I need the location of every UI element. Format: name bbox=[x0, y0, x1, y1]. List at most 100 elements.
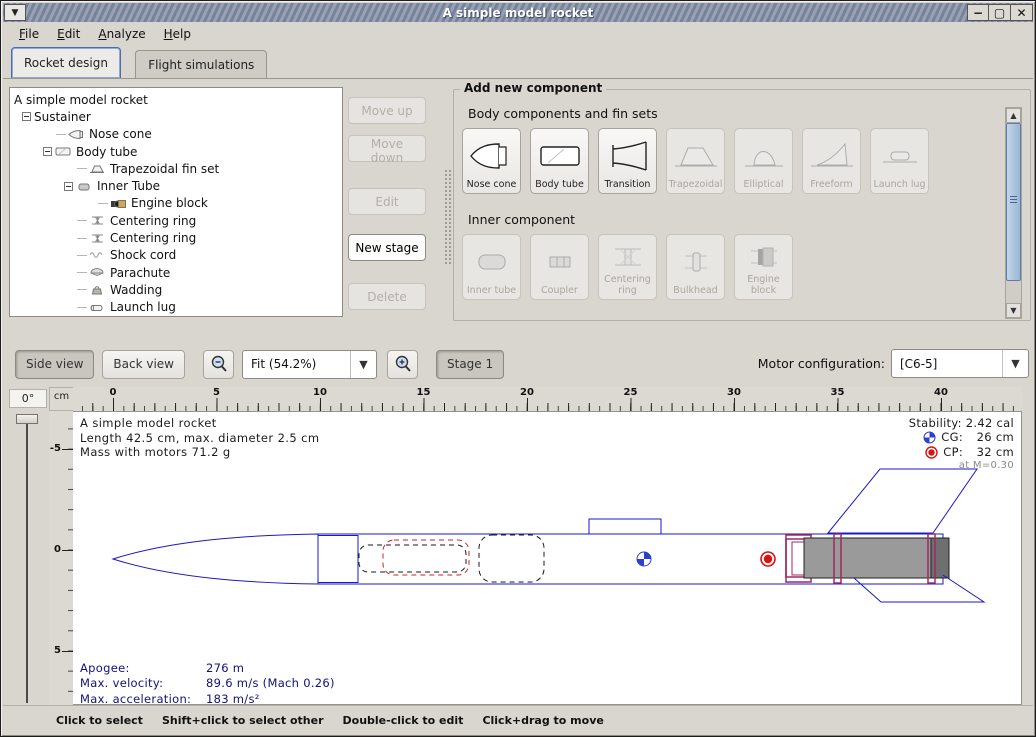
tree-item-launch-lug[interactable]: Launch lug bbox=[10, 299, 342, 316]
move-up-button[interactable]: Move up bbox=[348, 97, 426, 124]
tree-item-nose-cone[interactable]: Nose cone bbox=[10, 126, 342, 143]
hruler-label: 30 bbox=[727, 387, 741, 398]
tree-guide-line bbox=[77, 238, 87, 239]
tab-rocket-design[interactable]: Rocket design bbox=[11, 47, 121, 78]
tab-row: Rocket design Flight simulations bbox=[3, 45, 1033, 79]
launch-lug-icon bbox=[872, 132, 927, 180]
zoom-level-combo[interactable]: Fit (54.2%) ▼ bbox=[242, 350, 377, 379]
title-bar: ▼ A simple model rocket − ▢ ✕ bbox=[3, 3, 1033, 22]
component-button-engine-block[interactable]: Engine block bbox=[734, 234, 793, 300]
tree-item-label: A simple model rocket bbox=[14, 93, 148, 107]
vertical-ruler: -505 bbox=[49, 411, 74, 705]
tree-item-label: Parachute bbox=[110, 266, 170, 280]
component-button-body-tube[interactable]: Body tube bbox=[530, 128, 589, 194]
chevron-down-icon: ▼ bbox=[1002, 350, 1028, 377]
close-button[interactable]: ✕ bbox=[1011, 4, 1033, 21]
component-button-elliptical[interactable]: Elliptical bbox=[734, 128, 793, 194]
component-button-coupler[interactable]: Coupler bbox=[530, 234, 589, 300]
hruler-label: 10 bbox=[313, 387, 327, 398]
component-tree[interactable]: A simple model rocket Sustainer Nose cone B… bbox=[9, 87, 343, 317]
edit-button[interactable]: Edit bbox=[348, 188, 426, 215]
tree-item-parachute[interactable]: Parachute bbox=[10, 264, 342, 281]
zoom-out-button[interactable] bbox=[203, 350, 234, 379]
fin-upper-shape[interactable] bbox=[828, 469, 977, 533]
tree-item-centering-ring[interactable]: Centering ring bbox=[10, 212, 342, 229]
component-button-bulkhead[interactable]: Bulkhead bbox=[666, 234, 725, 300]
tree-guide-line bbox=[98, 203, 108, 204]
add-component-panel: Add new component Body components and fi… bbox=[453, 89, 1031, 321]
component-button-launch-lug[interactable]: Launch lug bbox=[870, 128, 929, 194]
tree-item-centering-ring[interactable]: Centering ring bbox=[10, 229, 342, 246]
component-panel-scrollbar[interactable]: ▲ ▼ bbox=[1005, 107, 1022, 319]
tree-item-body-tube[interactable]: Body tube bbox=[10, 143, 342, 160]
engine-block-icon bbox=[110, 197, 127, 210]
menu-analyze[interactable]: Analyze bbox=[90, 24, 153, 44]
window-title: A simple model rocket bbox=[3, 6, 1033, 20]
window-menu-button[interactable]: ▼ bbox=[4, 4, 26, 21]
status-bar: Click to selectShift+click to select oth… bbox=[3, 705, 1033, 734]
component-button-transition[interactable]: Transition bbox=[598, 128, 657, 194]
motor-configuration-combo[interactable]: [C6-5] ▼ bbox=[891, 349, 1029, 378]
tree-item-label: Wadding bbox=[110, 283, 162, 297]
rotation-slider-handle[interactable] bbox=[16, 414, 38, 424]
component-button-nose-cone[interactable]: Nose cone bbox=[462, 128, 521, 194]
hruler-label: 5 bbox=[213, 387, 220, 398]
new-stage-button[interactable]: New stage bbox=[348, 234, 426, 261]
motor-configuration-label: Motor configuration: bbox=[758, 356, 885, 371]
menu-edit[interactable]: Edit bbox=[49, 24, 88, 44]
rotation-slider-track[interactable] bbox=[26, 419, 28, 703]
tree-expander-icon[interactable] bbox=[64, 182, 73, 191]
motor-nozzle-shape bbox=[931, 538, 949, 578]
cg-marker bbox=[637, 552, 651, 566]
tree-item-label: Sustainer bbox=[34, 110, 91, 124]
hruler-label: 15 bbox=[417, 387, 431, 398]
side-view-button[interactable]: Side view bbox=[15, 350, 94, 379]
component-button-centering-ring[interactable]: Centering ring bbox=[598, 234, 657, 300]
delete-button[interactable]: Delete bbox=[348, 283, 426, 310]
tab-flight-simulations[interactable]: Flight simulations bbox=[135, 50, 267, 78]
cp-label: CP: bbox=[943, 445, 963, 459]
tree-guide-line bbox=[77, 255, 87, 256]
scroll-down-arrow-icon[interactable]: ▼ bbox=[1006, 303, 1021, 318]
tree-item-sustainer[interactable]: Sustainer bbox=[10, 108, 342, 125]
maximize-button[interactable]: ▢ bbox=[989, 4, 1011, 21]
motor-configuration-value: [C6-5] bbox=[892, 357, 1002, 371]
tree-item-shock-cord[interactable]: Shock cord bbox=[10, 247, 342, 264]
tree-expander-icon[interactable] bbox=[43, 147, 52, 156]
nose-cone-shape[interactable] bbox=[113, 534, 318, 584]
menu-file[interactable]: File bbox=[11, 24, 47, 44]
minimize-button[interactable]: − bbox=[967, 4, 989, 21]
centering-ring-icon bbox=[89, 232, 106, 245]
inner-tube-icon bbox=[464, 238, 519, 286]
tree-item-a-simple-model-rocket[interactable]: A simple model rocket bbox=[10, 91, 342, 108]
tree-expander-icon[interactable] bbox=[22, 112, 31, 121]
tree-item-trapezoidal-fin-set[interactable]: Trapezoidal fin set bbox=[10, 160, 342, 177]
tree-item-engine-block[interactable]: Engine block bbox=[10, 195, 342, 212]
body-tube-icon bbox=[532, 132, 587, 180]
menu-help[interactable]: Help bbox=[156, 24, 199, 44]
back-view-button[interactable]: Back view bbox=[102, 350, 185, 379]
rocket-canvas[interactable]: A simple model rocketLength 42.5 cm, max… bbox=[73, 411, 1022, 705]
nose-cone-icon bbox=[464, 132, 519, 180]
component-button-inner-tube[interactable]: Inner tube bbox=[462, 234, 521, 300]
component-button-freeform[interactable]: Freeform bbox=[802, 128, 861, 194]
hruler-label: 35 bbox=[831, 387, 845, 398]
launch-lug-shape[interactable] bbox=[589, 519, 661, 534]
zoom-in-button[interactable] bbox=[387, 350, 418, 379]
scroll-up-arrow-icon[interactable]: ▲ bbox=[1006, 108, 1021, 123]
tree-guide-line bbox=[77, 168, 87, 169]
tree-guide-line bbox=[77, 220, 87, 221]
move-down-button[interactable]: Move down bbox=[348, 135, 426, 162]
cp-marker bbox=[761, 552, 775, 566]
vertical-splitter[interactable] bbox=[444, 169, 453, 265]
tree-item-inner-tube[interactable]: Inner Tube bbox=[10, 177, 342, 194]
scrollbar-thumb[interactable] bbox=[1006, 123, 1021, 281]
horizontal-ruler: 0510152025303540 bbox=[73, 387, 1022, 411]
tree-item-label: Nose cone bbox=[89, 127, 152, 141]
component-button-trapezoidal[interactable]: Trapezoidal bbox=[666, 128, 725, 194]
vruler-label: -5 bbox=[50, 443, 61, 454]
component-button-label: Inner tube bbox=[467, 286, 516, 297]
inner-tube-icon bbox=[76, 180, 93, 193]
tree-item-wadding[interactable]: Wadding bbox=[10, 281, 342, 298]
stage-1-toggle[interactable]: Stage 1 bbox=[436, 350, 504, 379]
